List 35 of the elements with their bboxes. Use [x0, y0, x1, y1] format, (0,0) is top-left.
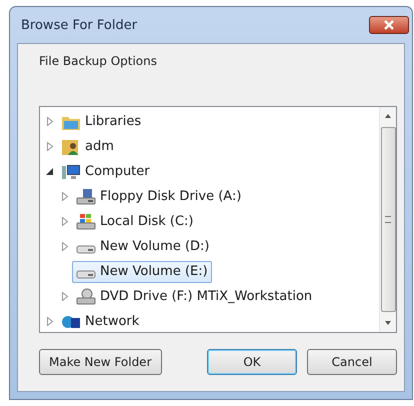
system-disk-icon — [76, 212, 96, 230]
expand-triangle-icon[interactable] — [46, 142, 54, 151]
tree-item[interactable]: Floppy Disk Drive (A:) — [72, 186, 246, 208]
floppy-drive-icon — [76, 188, 96, 206]
collapse-triangle-icon[interactable] — [46, 167, 54, 176]
expand-triangle-icon[interactable] — [46, 317, 54, 326]
tree-item[interactable]: adm — [57, 136, 118, 158]
expand-triangle-icon[interactable] — [46, 117, 54, 126]
drive-icon — [76, 270, 96, 278]
close-button[interactable] — [369, 16, 409, 34]
drive-icon — [76, 244, 96, 254]
expand-triangle-icon[interactable] — [61, 217, 69, 226]
tree-item[interactable]: New Volume (D:) — [72, 236, 214, 258]
tree-item[interactable]: Libraries — [57, 110, 146, 132]
dialog-button[interactable]: OK — [207, 349, 297, 375]
dialog-button[interactable]: Cancel — [307, 349, 397, 375]
scroll-up-icon[interactable] — [384, 113, 392, 119]
dialog-button[interactable]: Make New Folder — [39, 349, 162, 375]
dvd-drive-icon — [76, 288, 96, 306]
expand-triangle-icon[interactable] — [61, 192, 69, 201]
close-icon — [383, 20, 395, 30]
expand-triangle-icon[interactable] — [61, 242, 69, 251]
user-folder-icon — [61, 138, 81, 156]
scroll-down-icon[interactable] — [384, 320, 392, 326]
tree-item[interactable]: New Volume (E:) — [72, 260, 212, 282]
tree-item[interactable]: Local Disk (C:) — [72, 210, 198, 232]
description-text: File Backup Options — [39, 54, 158, 68]
tree-item[interactable]: Computer — [57, 160, 154, 182]
vertical-scrollbar[interactable] — [379, 107, 396, 332]
expand-triangle-icon[interactable] — [61, 292, 69, 301]
window-title: Browse For Folder — [20, 18, 138, 32]
computer-icon — [61, 162, 81, 180]
scroll-thumb[interactable] — [380, 127, 396, 312]
tree-item[interactable]: Network — [57, 310, 144, 332]
tree-item[interactable]: DVD Drive (F:) MTiX_Workstation — [72, 286, 316, 308]
